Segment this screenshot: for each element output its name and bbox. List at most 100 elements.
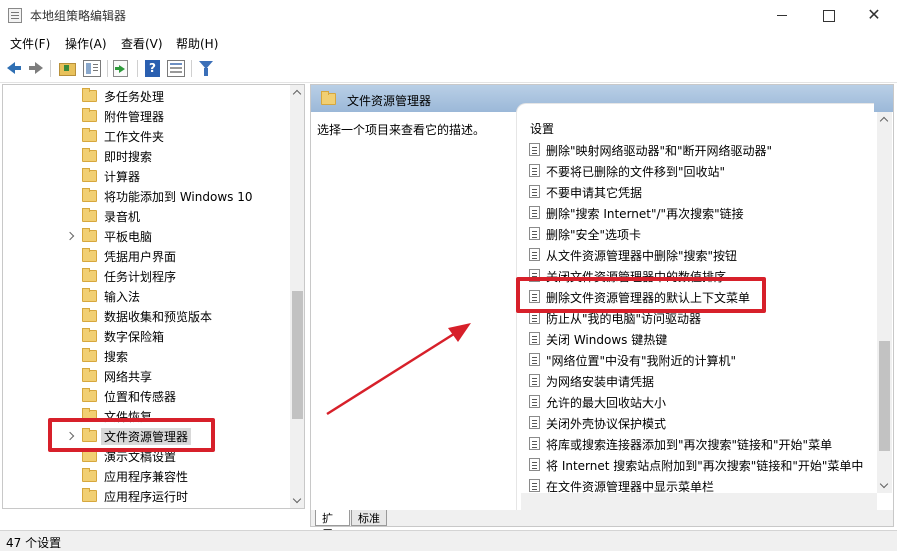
- tree-item[interactable]: 计算器: [3, 166, 288, 186]
- forward-arrow-icon[interactable]: [27, 59, 45, 77]
- folder-icon: [82, 308, 97, 322]
- setting-row[interactable]: "网络位置"中没有"我附近的计算机": [517, 349, 874, 370]
- policy-setting-icon: [529, 353, 540, 366]
- show-hide-tree-icon[interactable]: [83, 60, 101, 77]
- tree-item-label: 数字保险箱: [104, 330, 165, 344]
- tab-standard[interactable]: 标准: [351, 510, 387, 526]
- folder-icon: [82, 288, 97, 302]
- folder-icon: [82, 148, 97, 162]
- setting-label: 为网络安装申请凭据: [546, 375, 655, 389]
- tree-item[interactable]: 录音机: [3, 206, 288, 226]
- toolbar-separator: [191, 60, 192, 77]
- tree-item-label: 任务计划程序: [104, 270, 177, 284]
- tree-item[interactable]: 将功能添加到 Windows 10: [3, 186, 288, 206]
- maximize-button[interactable]: [805, 0, 851, 31]
- policy-setting-icon: [529, 227, 540, 240]
- folder-icon: [82, 208, 97, 222]
- view-tabs: 扩展 标准: [311, 510, 893, 541]
- tree-item-label: 将功能添加到 Windows 10: [104, 190, 253, 204]
- menu-file[interactable]: 文件(F): [10, 35, 50, 52]
- folder-icon: [82, 348, 97, 362]
- tree-item-label: 多任务处理: [104, 90, 165, 104]
- tree-item[interactable]: 输入法: [3, 286, 288, 306]
- tree-item[interactable]: 数据收集和预览版本: [3, 306, 288, 326]
- setting-row[interactable]: 为网络安装申请凭据: [517, 370, 874, 391]
- tree-item[interactable]: 即时搜索: [3, 146, 288, 166]
- settings-scroll-thumb[interactable]: [879, 341, 890, 451]
- policy-setting-icon: [529, 143, 540, 156]
- scroll-down-icon[interactable]: [290, 493, 304, 508]
- setting-row[interactable]: 从文件资源管理器中删除"搜索"按钮: [517, 244, 874, 265]
- app-icon: [8, 8, 22, 23]
- tree-item[interactable]: 多任务处理: [3, 86, 288, 106]
- settings-column-header[interactable]: 设置: [530, 120, 554, 137]
- scroll-up-icon[interactable]: [290, 85, 304, 100]
- tree-item[interactable]: 网络共享: [3, 366, 288, 386]
- folder-icon: [82, 128, 97, 142]
- setting-row[interactable]: 将库或搜索连接器添加到"再次搜索"链接和"开始"菜单: [517, 433, 874, 454]
- window-title: 本地组策略编辑器: [30, 9, 127, 23]
- setting-label: 删除"安全"选项卡: [546, 228, 642, 242]
- tree-item-label: 附件管理器: [104, 110, 165, 124]
- back-arrow-icon[interactable]: [5, 59, 23, 77]
- tree-item[interactable]: 凭据用户界面: [3, 246, 288, 266]
- tree-item[interactable]: 数字保险箱: [3, 326, 288, 346]
- menu-view[interactable]: 查看(V): [121, 35, 163, 52]
- policy-setting-icon: [529, 458, 540, 471]
- status-count: 47 个设置: [6, 536, 62, 550]
- setting-label: 将 Internet 搜索站点附加到"再次搜索"链接和"开始"菜单中: [546, 459, 864, 473]
- setting-label: "网络位置"中没有"我附近的计算机": [546, 354, 737, 368]
- up-folder-icon[interactable]: [58, 59, 76, 77]
- tree-item-label: 即时搜索: [104, 150, 153, 164]
- scroll-down-icon[interactable]: [877, 478, 892, 493]
- settings-hscrollbar[interactable]: [521, 493, 877, 510]
- title-bar: 本地组策略编辑器 ✕: [0, 0, 897, 31]
- setting-row[interactable]: 不要将已删除的文件移到"回收站": [517, 160, 874, 181]
- menu-action[interactable]: 操作(A): [65, 35, 107, 52]
- folder-icon: [82, 168, 97, 182]
- setting-row[interactable]: 删除"搜索 Internet"/"再次搜索"链接: [517, 202, 874, 223]
- setting-row[interactable]: 删除"映射网络驱动器"和"断开网络驱动器": [517, 139, 874, 160]
- setting-row[interactable]: 允许的最大回收站大小: [517, 391, 874, 412]
- setting-label: 不要将已删除的文件移到"回收站": [546, 165, 726, 179]
- scroll-up-icon[interactable]: [877, 112, 892, 127]
- menu-bar: 文件(F) 操作(A) 查看(V) 帮助(H): [0, 31, 897, 54]
- setting-row[interactable]: 关闭外壳协议保护模式: [517, 412, 874, 433]
- chevron-right-icon[interactable]: [66, 229, 76, 243]
- tree-item-label: 应用程序兼容性: [104, 470, 189, 484]
- folder-icon: [82, 268, 97, 282]
- settings-scrollbar[interactable]: [877, 112, 892, 493]
- folder-icon: [82, 108, 97, 122]
- tree-item[interactable]: 应用程序兼容性: [3, 466, 288, 486]
- tree-item[interactable]: 位置和传感器: [3, 386, 288, 406]
- tree-item[interactable]: 任务计划程序: [3, 266, 288, 286]
- tree-item[interactable]: 搜索: [3, 346, 288, 366]
- properties-icon[interactable]: [167, 60, 185, 77]
- tree-item-label: 计算器: [104, 170, 141, 184]
- tree-item[interactable]: 附件管理器: [3, 106, 288, 126]
- help-icon[interactable]: ?: [145, 60, 160, 77]
- tab-extended[interactable]: 扩展: [315, 510, 350, 541]
- close-button[interactable]: ✕: [851, 0, 897, 31]
- tree-item[interactable]: 平板电脑: [3, 226, 288, 246]
- folder-icon: [82, 88, 97, 102]
- tree-scroll-thumb[interactable]: [292, 291, 303, 419]
- tree-item[interactable]: 工作文件夹: [3, 126, 288, 146]
- folder-icon: [82, 468, 97, 482]
- folder-icon: [82, 488, 97, 502]
- tree-scrollbar[interactable]: [290, 85, 304, 508]
- setting-row[interactable]: 将 Internet 搜索站点附加到"再次搜索"链接和"开始"菜单中: [517, 454, 874, 475]
- filter-icon[interactable]: [199, 61, 213, 76]
- setting-row[interactable]: 删除"安全"选项卡: [517, 223, 874, 244]
- tree-item[interactable]: 应用程序运行时: [3, 486, 288, 506]
- details-title: 文件资源管理器: [347, 94, 432, 108]
- minimize-button[interactable]: [759, 0, 805, 31]
- export-list-icon[interactable]: [113, 60, 128, 77]
- setting-label: 删除"映射网络驱动器"和"断开网络驱动器": [546, 144, 773, 158]
- folder-icon: [82, 368, 97, 382]
- setting-label: 不要申请其它凭据: [546, 186, 643, 200]
- menu-help[interactable]: 帮助(H): [176, 35, 218, 52]
- annotation-box-setting: [516, 277, 766, 313]
- setting-row[interactable]: 关闭 Windows 键热键: [517, 328, 874, 349]
- setting-row[interactable]: 不要申请其它凭据: [517, 181, 874, 202]
